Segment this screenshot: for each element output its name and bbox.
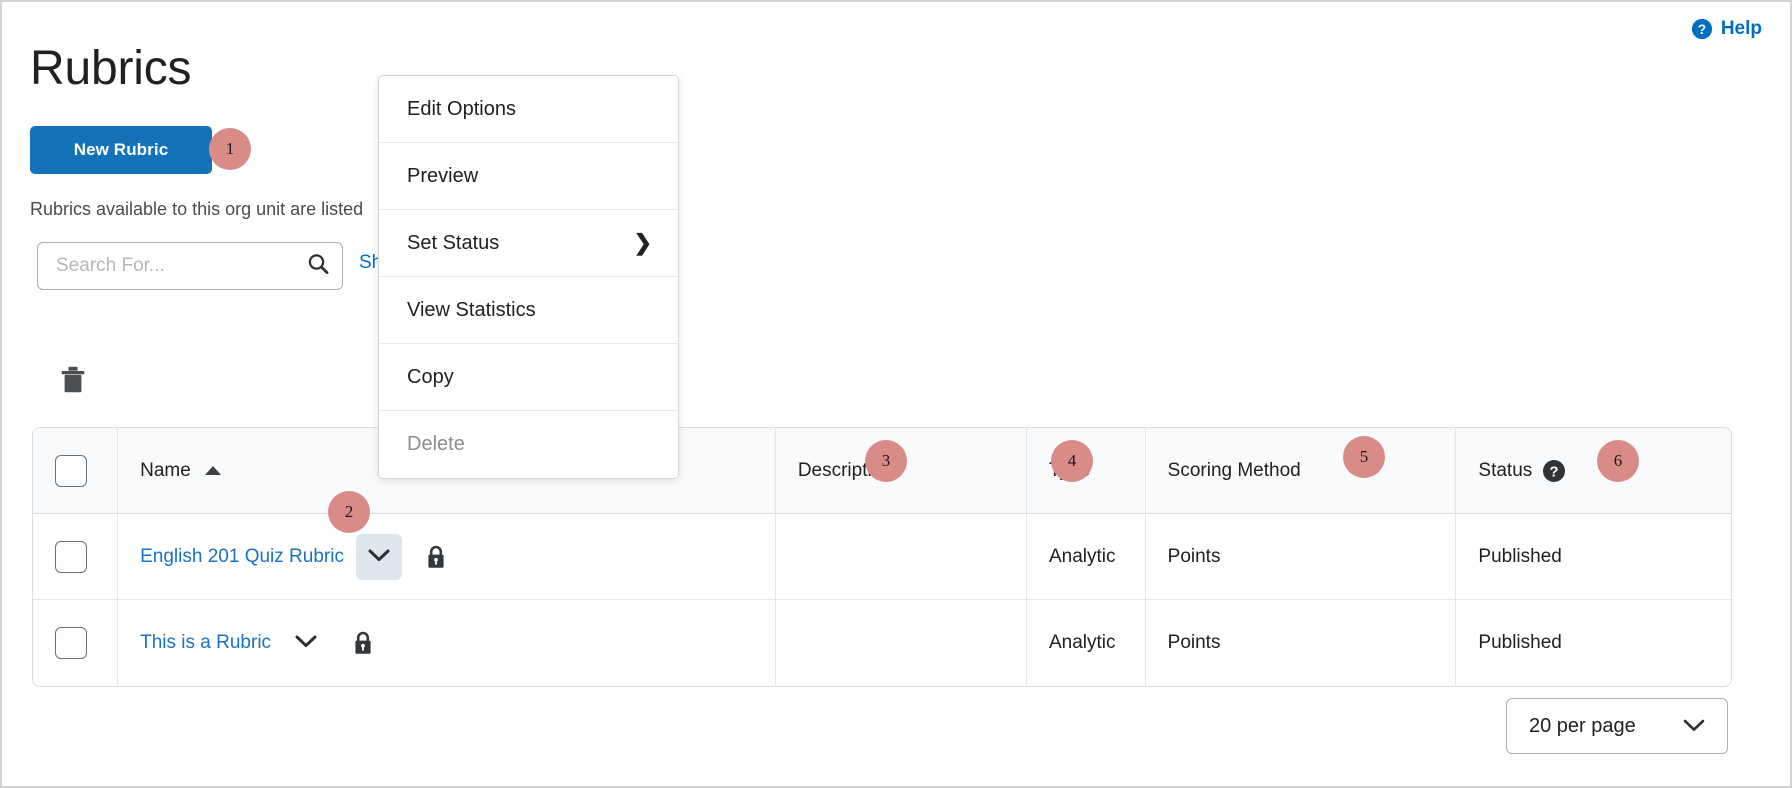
intro-text: Rubrics available to this org unit are l… bbox=[30, 199, 364, 219]
menu-item-label: Delete bbox=[407, 433, 465, 455]
lock-icon bbox=[424, 544, 448, 570]
chevron-down-icon bbox=[1683, 715, 1705, 738]
row-context-menu-button[interactable] bbox=[283, 620, 329, 666]
row-checkbox[interactable] bbox=[55, 627, 87, 659]
new-rubric-button[interactable]: New Rubric bbox=[30, 126, 212, 174]
header-scoring-method-label: Scoring Method bbox=[1167, 459, 1301, 481]
row-type-cell: Analytic bbox=[1027, 600, 1146, 686]
rubrics-page: Rubrics ? Help New Rubric 1 Rubrics avai… bbox=[0, 0, 1792, 788]
table-row: This is a Rubric Analytic Points Publish… bbox=[33, 600, 1731, 686]
header-status-label: Status bbox=[1478, 459, 1533, 481]
header-type[interactable]: Type bbox=[1026, 428, 1146, 514]
search-input[interactable] bbox=[54, 254, 306, 278]
header-type-label: Type bbox=[1048, 459, 1091, 481]
row-scoring-method-cell: Points bbox=[1145, 514, 1457, 600]
trash-icon bbox=[55, 366, 91, 401]
row-type-cell: Analytic bbox=[1026, 514, 1146, 600]
menu-item-view-statistics[interactable]: View Statistics bbox=[379, 277, 678, 344]
sort-ascending-icon bbox=[204, 465, 221, 475]
header-description-label: Description bbox=[797, 459, 893, 481]
menu-item-delete: Delete bbox=[379, 411, 678, 478]
row-select-cell bbox=[33, 600, 119, 686]
rubrics-table: Name Description Type Scoring Method Sta… bbox=[32, 427, 1732, 687]
lock-icon bbox=[351, 630, 375, 656]
menu-item-label: Copy bbox=[407, 365, 454, 388]
search-bar[interactable] bbox=[37, 242, 343, 290]
row-name-cell: This is a Rubric bbox=[118, 600, 776, 686]
header-description[interactable]: Description bbox=[775, 428, 1027, 514]
delete-selected-button[interactable] bbox=[55, 362, 91, 398]
chevron-down-icon bbox=[368, 549, 390, 565]
header-name-label: Name bbox=[140, 459, 191, 481]
help-link[interactable]: ? Help bbox=[1691, 18, 1762, 40]
chevron-right-icon: ❯ bbox=[633, 230, 652, 255]
table-row: English 201 Quiz Rubric Analytic Points … bbox=[33, 514, 1731, 600]
menu-item-label: View Statistics bbox=[407, 298, 536, 321]
menu-item-edit-options[interactable]: Edit Options bbox=[379, 76, 678, 143]
help-label: Help bbox=[1720, 18, 1762, 39]
row-name-cell: English 201 Quiz Rubric bbox=[118, 514, 776, 600]
svg-text:?: ? bbox=[1698, 22, 1706, 37]
select-all-checkbox[interactable] bbox=[55, 454, 87, 487]
row-select-cell bbox=[33, 514, 119, 600]
status-help-circle-icon[interactable]: ? bbox=[1542, 459, 1566, 483]
row-status-cell: Published bbox=[1478, 632, 1562, 653]
search-icon[interactable] bbox=[306, 252, 330, 281]
row-description-cell bbox=[775, 514, 1027, 600]
per-page-select[interactable]: 20 per page bbox=[1506, 698, 1728, 754]
row-checkbox[interactable] bbox=[55, 540, 87, 573]
callout-badge-1: 1 bbox=[209, 128, 251, 170]
help-circle-icon: ? bbox=[1691, 18, 1713, 40]
page-title: Rubrics bbox=[30, 42, 192, 96]
rubric-name-link[interactable]: English 201 Quiz Rubric bbox=[140, 546, 344, 568]
header-scoring-method[interactable]: Scoring Method bbox=[1145, 428, 1457, 514]
menu-item-set-status[interactable]: Set Status ❯ bbox=[379, 210, 678, 277]
row-context-menu-button[interactable] bbox=[355, 533, 402, 580]
menu-item-label: Edit Options bbox=[407, 97, 516, 120]
row-status-cell: Published bbox=[1456, 514, 1731, 600]
rubric-name-link[interactable]: This is a Rubric bbox=[140, 632, 271, 654]
context-dropdown-menu: Edit Options Preview Set Status ❯ View S… bbox=[378, 75, 679, 479]
header-status[interactable]: Status ? bbox=[1456, 428, 1731, 514]
menu-item-preview[interactable]: Preview bbox=[379, 143, 678, 210]
menu-item-label: Set Status bbox=[407, 231, 500, 254]
menu-item-label: Preview bbox=[407, 164, 479, 187]
header-select-all bbox=[33, 428, 119, 514]
chevron-down-icon bbox=[295, 635, 317, 651]
per-page-label: 20 per page bbox=[1529, 714, 1636, 737]
menu-item-copy[interactable]: Copy bbox=[379, 344, 678, 411]
svg-text:?: ? bbox=[1550, 463, 1559, 480]
row-scoring-method-cell: Points bbox=[1146, 600, 1457, 686]
table-header-row: Name Description Type Scoring Method Sta… bbox=[33, 428, 1731, 514]
row-description-cell bbox=[776, 600, 1027, 686]
